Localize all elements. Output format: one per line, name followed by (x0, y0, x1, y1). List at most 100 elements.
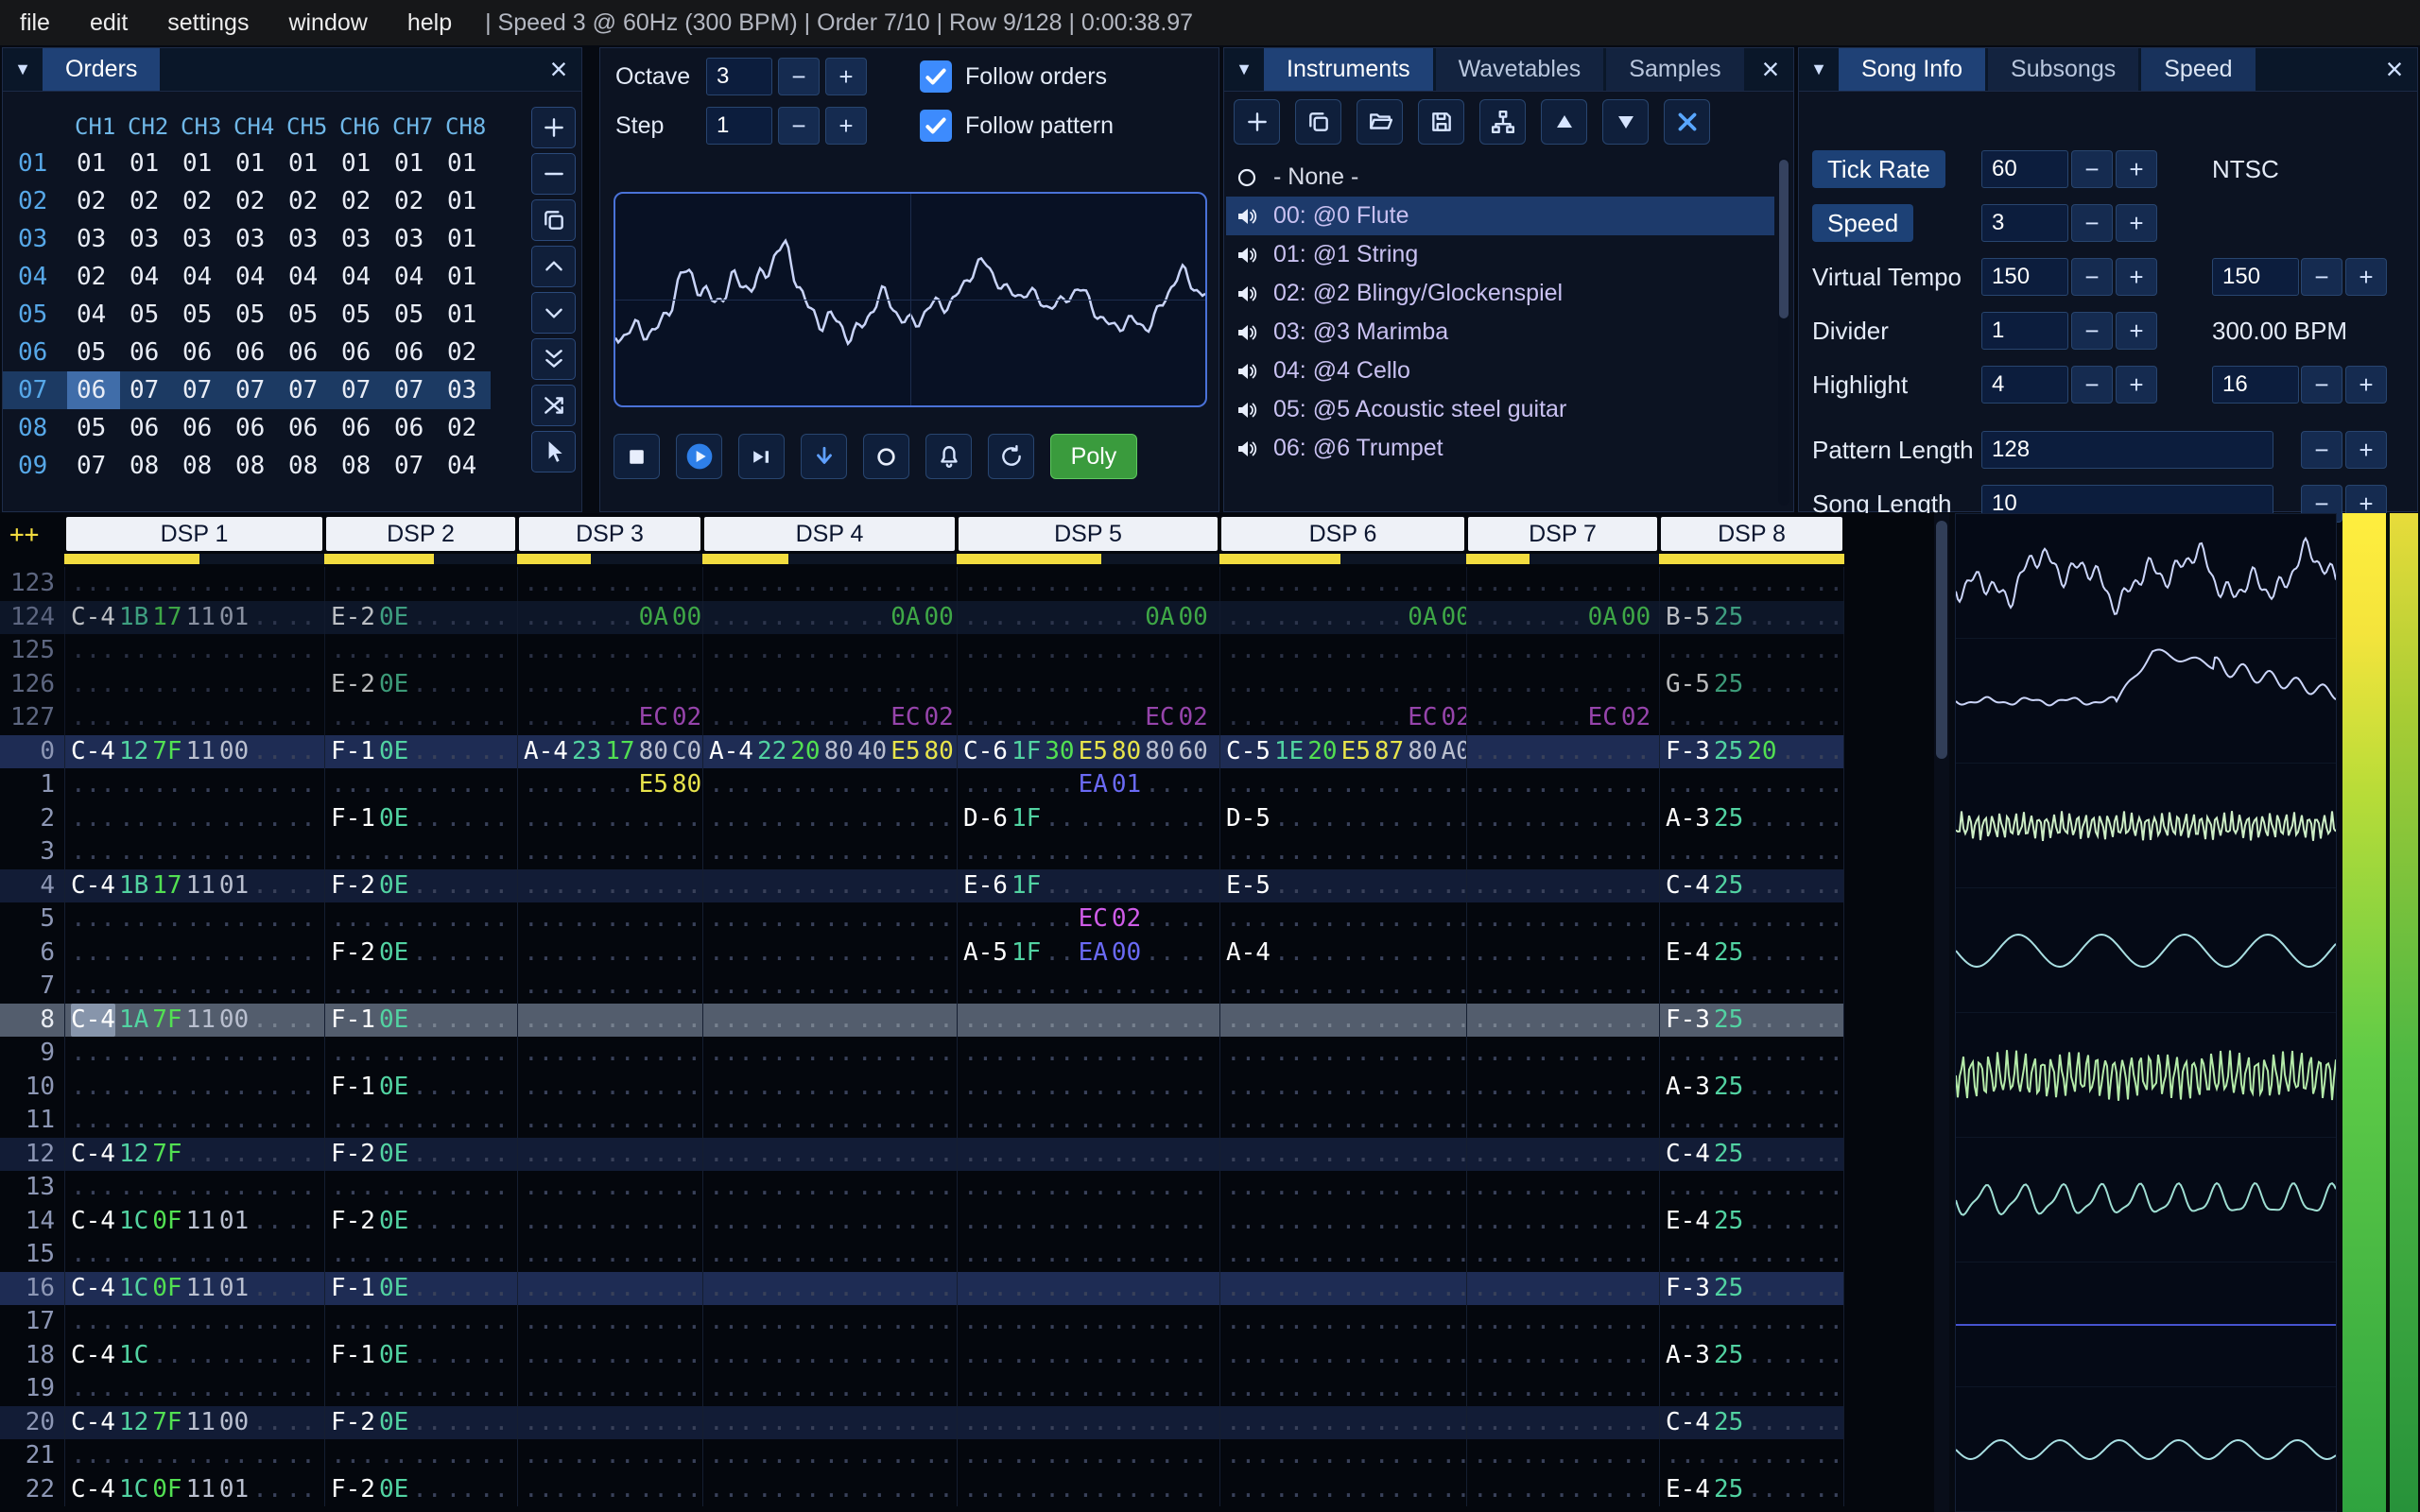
pattern-cell[interactable]: ............... (1219, 1372, 1466, 1406)
pattern-cell[interactable]: ........... (1466, 1472, 1659, 1506)
pattern-cell[interactable]: ............... (64, 902, 324, 936)
tab-subsongs[interactable]: Subsongs (1988, 48, 2139, 91)
pattern-cell[interactable]: ............... (957, 567, 1219, 601)
order-cell[interactable]: 03 (438, 371, 491, 409)
pattern-cell[interactable]: ............... (957, 1305, 1219, 1339)
pattern-cell[interactable]: ........... (517, 1037, 702, 1071)
order-cell[interactable]: 05 (67, 334, 120, 371)
pattern-cell[interactable]: ........... (1659, 634, 1844, 668)
pattern-cell[interactable]: ............... (1219, 1472, 1466, 1506)
pattern-cell[interactable]: ........... (324, 1305, 517, 1339)
pattern-length-increment-button[interactable]: + (2345, 431, 2387, 469)
pattern-cell[interactable]: C-4 12 7F........ (64, 1137, 324, 1171)
pattern-cell[interactable]: ............... (957, 1405, 1219, 1439)
highlight-input[interactable]: 4 (1981, 366, 2068, 404)
pattern-cell[interactable]: ............... (64, 1238, 324, 1272)
pattern-cell[interactable]: ............... (957, 634, 1219, 668)
pattern-cell[interactable]: ............... (1219, 1238, 1466, 1272)
pattern-cell[interactable]: ............... (1219, 1037, 1466, 1071)
pattern-cell[interactable]: ....... EC 02 (1466, 701, 1659, 735)
pattern-cell[interactable]: ............... (702, 1238, 957, 1272)
pattern-cell[interactable]: ........... (1466, 567, 1659, 601)
order-cell[interactable]: 02 (120, 182, 173, 220)
pattern-cell[interactable]: C-4 1B 17 11 01.... (64, 868, 324, 902)
virtual-tempo-decrement-button[interactable]: − (2071, 258, 2113, 296)
pattern-cell[interactable]: ........... (517, 1271, 702, 1305)
order-cell[interactable]: 07 (226, 371, 279, 409)
order-cell[interactable]: 06 (173, 409, 226, 447)
pattern-cell[interactable]: ........... (1466, 634, 1659, 668)
order-cell[interactable]: 06 (279, 409, 332, 447)
channel-header-dsp-8[interactable]: DSP 8 (1661, 517, 1842, 551)
octave-increment-button[interactable]: + (825, 58, 867, 95)
channel-header-dsp-4[interactable]: DSP 4 (704, 517, 955, 551)
order-cell[interactable]: 05 (120, 296, 173, 334)
pattern-cell[interactable]: ............... (1219, 1171, 1466, 1205)
pattern-cell[interactable]: C-4 1C 0F 11 01.... (64, 1271, 324, 1305)
pattern-cell[interactable]: ........... (1466, 1372, 1659, 1406)
pattern-cell[interactable]: ............... (702, 1204, 957, 1238)
pattern-cell[interactable]: C-4 12 7F 11 00.... (64, 1405, 324, 1439)
order-row-02[interactable]: 02 02 02 02 02 02 02 02 01 (3, 182, 491, 220)
pattern-cell[interactable]: ............... (1219, 1137, 1466, 1171)
pattern-cell[interactable]: ........... (517, 1070, 702, 1104)
pattern-cell[interactable]: ........... (517, 1372, 702, 1406)
pattern-cell[interactable]: ............... (702, 1003, 957, 1037)
pattern-cell[interactable]: ............... (957, 1104, 1219, 1138)
delete-instrument-button[interactable] (1664, 99, 1710, 145)
speed-increment-button[interactable]: + (2116, 204, 2157, 242)
pattern-cell[interactable]: ............... (702, 1338, 957, 1372)
pattern-scrollbar-thumb[interactable] (1936, 521, 1947, 759)
pattern-cell[interactable]: ........... (1466, 1171, 1659, 1205)
order-row-06[interactable]: 06 05 06 06 06 06 06 06 02 (3, 334, 491, 371)
order-row-05[interactable]: 05 04 05 05 05 05 05 05 01 (3, 296, 491, 334)
pattern-cell[interactable]: ........... (1466, 667, 1659, 701)
expand-channels-button[interactable]: ++ (9, 521, 39, 549)
order-cell[interactable]: 04 (226, 258, 279, 296)
order-cell[interactable]: 02 (438, 334, 491, 371)
instrument-item[interactable]: 04: @4 Cello (1226, 352, 1774, 390)
instrument-item[interactable]: 06: @6 Trumpet (1226, 429, 1774, 468)
pattern-cell[interactable]: ............... (957, 1070, 1219, 1104)
highlight-decrement-button[interactable]: − (2071, 366, 2113, 404)
pattern-cell[interactable]: ...........EC02 (957, 701, 1219, 735)
pattern-cell[interactable]: ........... (324, 1171, 517, 1205)
order-cell[interactable]: 01 (385, 145, 438, 182)
pattern-cell[interactable]: ........... (517, 1003, 702, 1037)
order-cell[interactable]: 02 (173, 182, 226, 220)
order-cell[interactable]: 05 (385, 296, 438, 334)
pattern-cell[interactable]: ............... (1219, 1070, 1466, 1104)
pattern-cell[interactable]: ............... (64, 835, 324, 869)
pattern-cell[interactable]: A-5 1F.. EA 00.... (957, 936, 1219, 970)
pattern-cell[interactable]: ........... (1466, 868, 1659, 902)
pattern-cell[interactable]: ............... (64, 567, 324, 601)
order-cell[interactable]: 06 (120, 334, 173, 371)
divider-decrement-button[interactable]: − (2071, 312, 2113, 350)
pattern-cell[interactable]: ............... (957, 835, 1219, 869)
pattern-cell[interactable]: C-4 25...... (1659, 868, 1844, 902)
instrument-item[interactable]: 03: @3 Marimba (1226, 313, 1774, 352)
step-row-button[interactable] (801, 434, 847, 479)
menu-file[interactable]: file (0, 0, 70, 45)
pattern-cell[interactable]: ........... (1659, 1104, 1844, 1138)
order-cell[interactable]: 04 (279, 258, 332, 296)
pattern-cell[interactable]: ............... (702, 1305, 957, 1339)
order-cell[interactable]: 02 (279, 182, 332, 220)
pattern-cell[interactable]: F-3 25...... (1659, 1271, 1844, 1305)
pattern-length-input[interactable]: 128 (1981, 431, 2273, 469)
pattern-cell[interactable]: F-1 0E...... (324, 1070, 517, 1104)
tab-speed[interactable]: Speed (2141, 48, 2256, 91)
order-cell[interactable]: 07 (385, 447, 438, 485)
order-cell[interactable]: 01 (438, 145, 491, 182)
virtual-tempo-increment-2-button[interactable]: + (2345, 258, 2387, 296)
order-cell[interactable]: 06 (385, 334, 438, 371)
pattern-cell[interactable]: ........... (517, 835, 702, 869)
instrument-item[interactable]: 05: @5 Acoustic steel guitar (1226, 390, 1774, 429)
play-button[interactable] (676, 434, 722, 479)
menu-settings[interactable]: settings (147, 0, 268, 45)
order-cell[interactable]: 05 (226, 296, 279, 334)
pattern-cell[interactable]: ........... (1659, 902, 1844, 936)
tick-rate-increment-button[interactable]: + (2116, 150, 2157, 188)
pattern-cell[interactable]: ............... (1219, 1003, 1466, 1037)
pattern-cell[interactable]: ............... (702, 801, 957, 835)
